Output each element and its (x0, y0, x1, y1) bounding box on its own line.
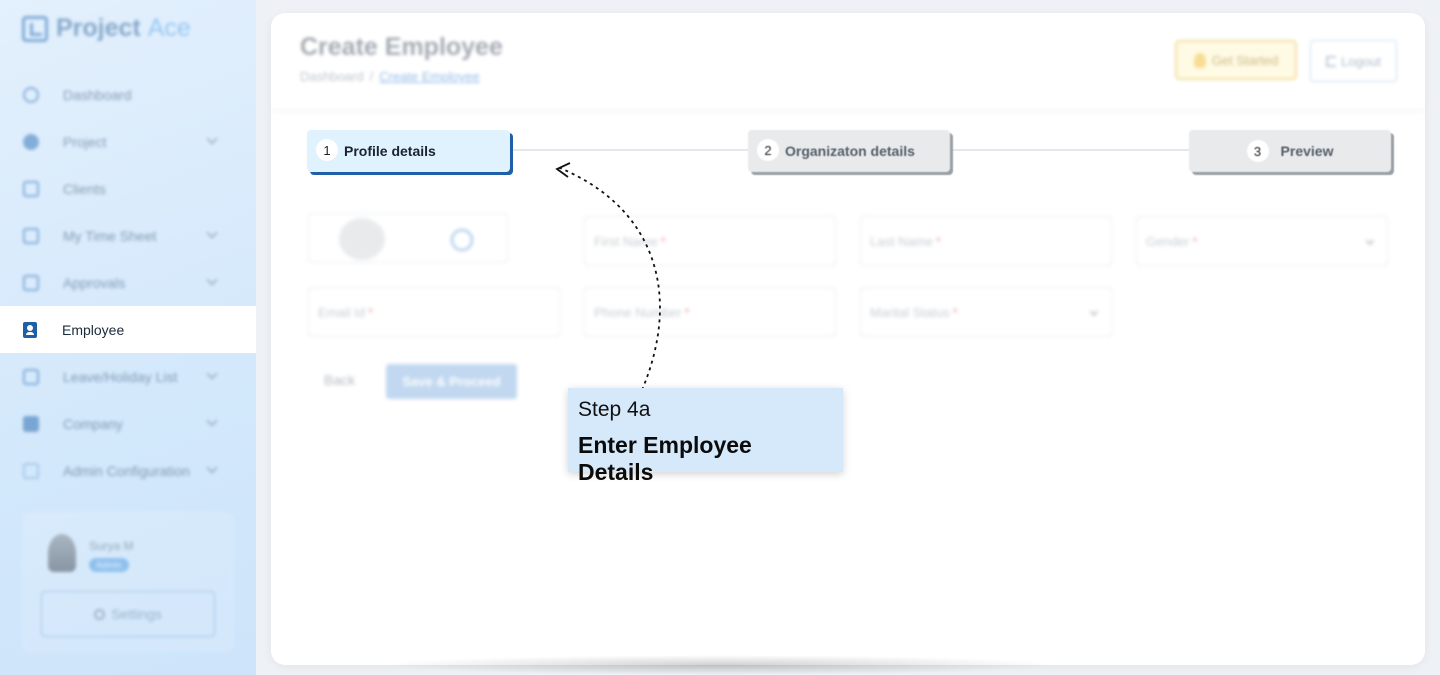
step-preview[interactable]: 3 Preview (1189, 130, 1391, 172)
first-name-label: First Name (594, 233, 658, 249)
required-mark: * (660, 233, 666, 249)
step-label: Organizaton details (785, 143, 915, 159)
bottom-shadow (380, 655, 1060, 675)
required-mark: * (684, 304, 690, 320)
required-mark: * (935, 233, 941, 249)
step-number: 1 (316, 139, 338, 161)
required-mark: * (952, 304, 958, 320)
callout-title: Enter Employee Details (578, 432, 752, 485)
gender-select[interactable]: Gender * (1136, 216, 1388, 266)
last-name-label: Last Name (870, 233, 933, 249)
avatar-placeholder (339, 218, 385, 260)
step-number: 3 (1246, 140, 1269, 162)
email-label: Email Id (318, 304, 365, 320)
step-label: Preview (1280, 143, 1334, 159)
marital-status-label: Marital Status (870, 304, 950, 320)
step-profile-details[interactable]: 1 Profile details (307, 130, 510, 172)
photo-upload[interactable] (308, 213, 508, 263)
required-mark: * (367, 304, 374, 320)
callout-step: Step 4a (578, 398, 651, 421)
step-organization-details[interactable]: 2 Organizaton details (748, 130, 950, 172)
camera-icon[interactable] (451, 229, 473, 251)
phone-label: Phone Number (594, 304, 682, 320)
chevron-down-icon (1365, 236, 1375, 246)
step-number: 2 (757, 139, 779, 161)
email-field[interactable]: Email Id * (308, 287, 560, 337)
gender-label: Gender (1146, 233, 1190, 249)
last-name-field[interactable]: Last Name * (860, 216, 1112, 266)
marital-status-select[interactable]: Marital Status * (860, 287, 1112, 337)
back-button[interactable]: Back (324, 372, 355, 388)
step-label: Profile details (344, 143, 436, 159)
phone-field[interactable]: Phone Number * (584, 287, 836, 337)
first-name-field[interactable]: First Name * (584, 216, 836, 266)
employee-form: First Name * Last Name * Gender * Email Id *… (0, 0, 1440, 675)
save-proceed-button[interactable]: Save & Proceed (386, 364, 517, 399)
required-mark: * (1192, 233, 1198, 249)
chevron-down-icon (1089, 307, 1099, 317)
tutorial-callout: Step 4a Enter Employee Details (568, 388, 843, 485)
